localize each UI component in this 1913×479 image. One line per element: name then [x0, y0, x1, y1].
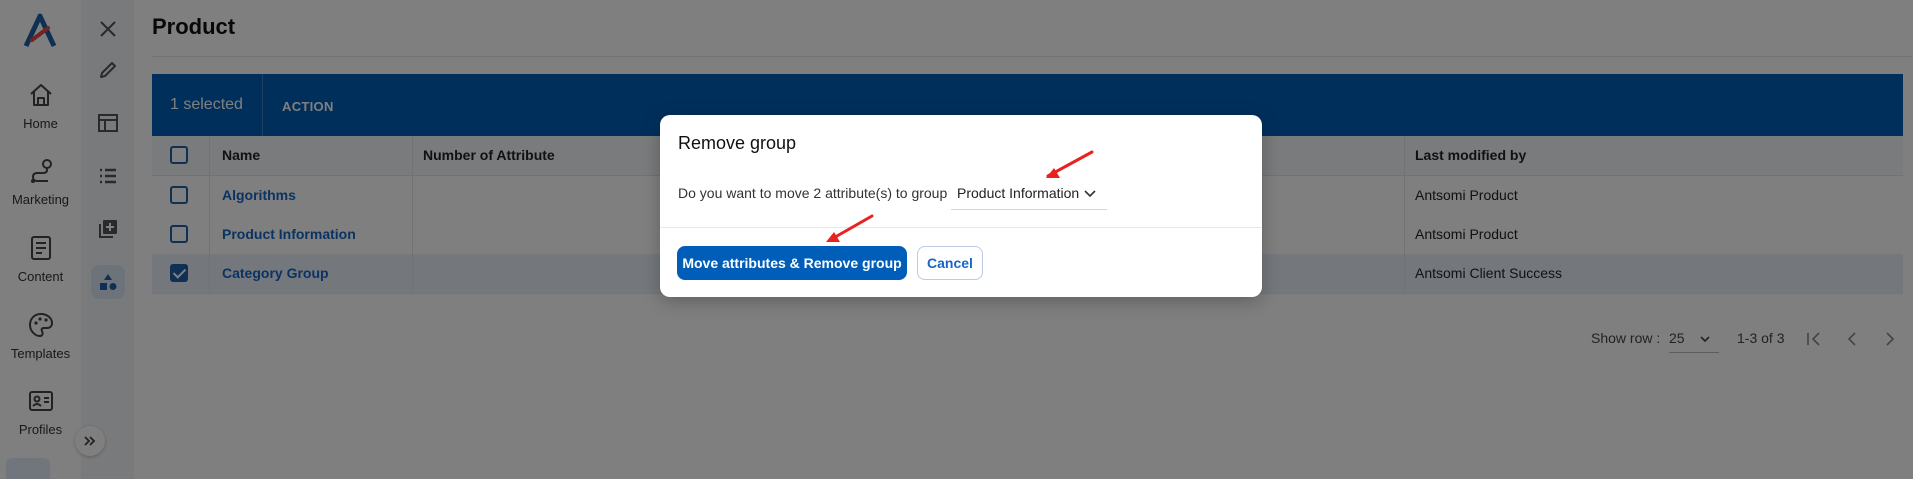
- chevron-down-icon: [1084, 190, 1096, 198]
- annotation-arrow-icon: [1046, 150, 1094, 178]
- dialog-message: Do you want to move 2 attribute(s) to gr…: [678, 185, 948, 201]
- annotation-arrow-icon: [826, 214, 874, 242]
- target-group-value: Product Information: [957, 185, 1080, 201]
- dialog-title: Remove group: [678, 133, 797, 153]
- divider: [660, 227, 1262, 228]
- cancel-button[interactable]: Cancel: [917, 246, 983, 280]
- remove-group-dialog: Remove group Do you want to move 2 attri…: [660, 115, 1262, 297]
- move-and-remove-button[interactable]: Move attributes & Remove group: [677, 246, 907, 280]
